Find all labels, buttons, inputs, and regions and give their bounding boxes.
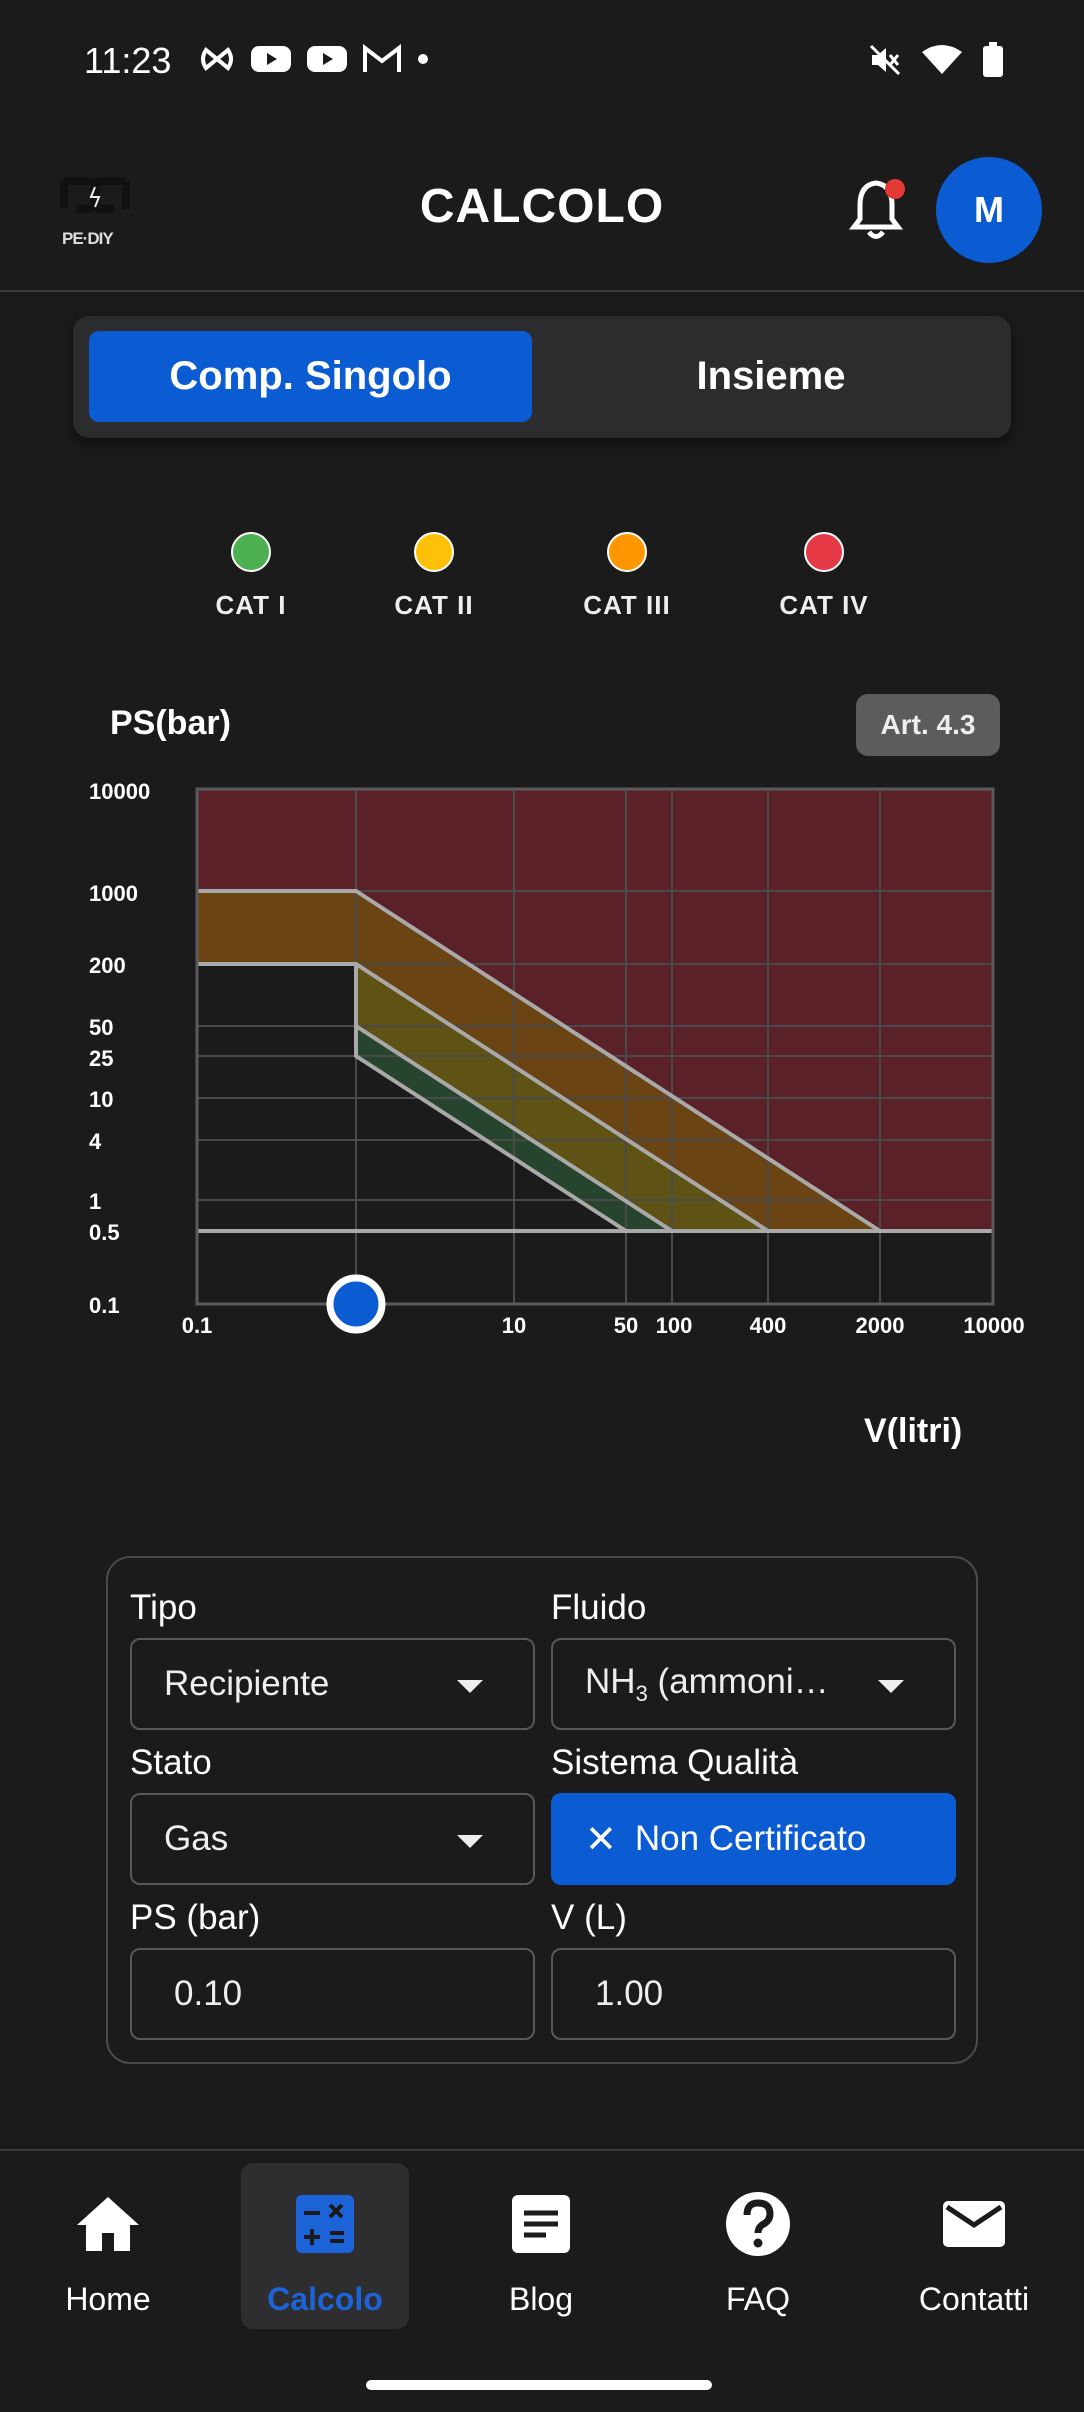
youtube-icon: [251, 46, 291, 72]
chart-y-axis-label: PS(bar): [110, 704, 231, 742]
y-tick-1: 1: [89, 1189, 101, 1214]
chevron-down-icon: [878, 1680, 904, 1693]
pressure-volume-chart[interactable]: 10000 1000 200 50 25 10 4 1 0.5 0.1 0.1 …: [0, 760, 1084, 1340]
legend-dot-cat-iv: [804, 532, 844, 572]
gesture-home-bar[interactable]: [366, 2380, 712, 2390]
legend-cat-iii: CAT III: [547, 532, 707, 621]
tipo-label: Tipo: [130, 1588, 197, 1627]
v-label: V (L): [551, 1898, 627, 1937]
chevron-down-icon: [457, 1680, 483, 1693]
tipo-value: Recipiente: [164, 1664, 330, 1703]
nav-label-contatti: Contatti: [918, 2281, 1030, 2317]
wifi-icon: [922, 45, 962, 74]
chart-x-axis-label: V(litri): [864, 1412, 963, 1450]
y-tick-200: 200: [89, 953, 126, 978]
gmail-icon: [363, 44, 401, 72]
nav-calcolo[interactable]: Calcolo: [241, 2163, 409, 2329]
notification-badge: [885, 179, 905, 199]
fluido-dropdown[interactable]: NH3 (ammoni…: [551, 1638, 956, 1730]
calculator-icon: [296, 2195, 354, 2253]
dot-icon: [418, 54, 428, 64]
y-tick-4: 4: [89, 1129, 102, 1154]
stato-label: Stato: [130, 1743, 212, 1782]
x-tick-400: 400: [750, 1313, 787, 1338]
mute-icon: [869, 44, 901, 76]
segment-comp-singolo[interactable]: Comp. Singolo: [89, 331, 532, 422]
y-tick-1000: 1000: [89, 881, 138, 906]
ps-label: PS (bar): [130, 1898, 261, 1937]
legend-label-cat-ii: CAT II: [394, 590, 474, 620]
article-icon: [512, 2195, 570, 2253]
close-icon: ✕: [585, 1818, 617, 1861]
nav-label-blog: Blog: [508, 2281, 574, 2317]
mode-segmented-control: Comp. Singolo Insieme: [73, 316, 1011, 438]
bottom-navigation: Home Calcolo Blog FAQ Contatti: [0, 2149, 1084, 2412]
y-tick-25: 25: [89, 1046, 113, 1071]
ps-value: 0.10: [174, 1974, 243, 2013]
parameters-card: Tipo Recipiente Fluido NH3 (ammoni… Stat…: [106, 1556, 978, 2064]
legend-dot-cat-ii: [414, 532, 454, 572]
v-value: 1.00: [595, 1974, 664, 2013]
legend-cat-ii: CAT II: [354, 532, 514, 621]
x-tick-labels: 0.1 10 50 100 400 2000 10000: [182, 1313, 1025, 1338]
legend-dot-cat-i: [231, 532, 271, 572]
legend-cat-i: CAT I: [171, 532, 331, 621]
legend-label-cat-iii: CAT III: [583, 590, 671, 620]
qualita-label: Sistema Qualità: [551, 1743, 799, 1782]
nav-label-faq: FAQ: [725, 2281, 790, 2317]
x-tick-0-1: 0.1: [182, 1313, 213, 1338]
y-tick-10: 10: [89, 1087, 113, 1112]
nav-home[interactable]: Home: [24, 2163, 192, 2329]
x-tick-10000: 10000: [963, 1313, 1024, 1338]
status-bar: 11:23: [0, 0, 1084, 125]
nav-faq[interactable]: FAQ: [674, 2163, 842, 2329]
x-tick-50: 50: [614, 1313, 638, 1338]
page-title: CALCOLO: [419, 180, 665, 233]
status-notification-icons: [198, 44, 430, 74]
y-tick-10000: 10000: [89, 779, 150, 804]
app-bar: PE·DIY CALCOLO M: [0, 125, 1084, 292]
avatar[interactable]: M: [936, 157, 1042, 263]
x-tick-10: 10: [502, 1313, 526, 1338]
region-below-threshold: [197, 1231, 993, 1304]
fluido-value: NH3 (ammoni…: [585, 1661, 829, 1706]
legend-dot-cat-iii: [607, 532, 647, 572]
nav-contatti[interactable]: Contatti: [890, 2163, 1058, 2329]
y-tick-0-1: 0.1: [89, 1293, 120, 1318]
y-tick-50: 50: [89, 1015, 113, 1040]
tipo-dropdown[interactable]: Recipiente: [130, 1638, 535, 1730]
youtube-icon: [307, 46, 347, 72]
x-tick-100: 100: [656, 1313, 693, 1338]
nav-blog[interactable]: Blog: [457, 2163, 625, 2329]
x-tick-2000: 2000: [856, 1313, 905, 1338]
quality-system-toggle[interactable]: ✕ Non Certificato: [551, 1793, 956, 1885]
legend-label-cat-i: CAT I: [215, 590, 287, 620]
ps-input[interactable]: 0.10: [130, 1948, 535, 2040]
legend-cat-iv: CAT IV: [744, 532, 904, 621]
y-tick-labels: 10000 1000 200 50 25 10 4 1 0.5 0.1: [89, 779, 150, 1318]
mail-icon: [943, 2201, 1005, 2247]
chevron-down-icon: [457, 1835, 483, 1848]
fluido-label: Fluido: [551, 1588, 647, 1627]
nav-label-home: Home: [65, 2281, 151, 2317]
status-system-icons: [868, 42, 1004, 78]
nav-label-calcolo: Calcolo: [267, 2281, 383, 2317]
stato-value: Gas: [164, 1819, 229, 1858]
help-icon: [726, 2192, 790, 2256]
battery-icon: [983, 42, 1003, 77]
stato-dropdown[interactable]: Gas: [130, 1793, 535, 1885]
current-point-marker[interactable]: [326, 1274, 386, 1334]
pairing-icon: [201, 47, 233, 71]
legend-label-cat-iv: CAT IV: [779, 590, 869, 620]
segment-insieme[interactable]: Insieme: [546, 331, 996, 422]
home-icon: [77, 2197, 139, 2251]
article-badge[interactable]: Art. 4.3: [856, 694, 1000, 756]
y-tick-0-5: 0.5: [89, 1220, 120, 1245]
qualita-value: Non Certificato: [634, 1819, 867, 1858]
status-time: 11:23: [84, 40, 172, 81]
v-input[interactable]: 1.00: [551, 1948, 956, 2040]
